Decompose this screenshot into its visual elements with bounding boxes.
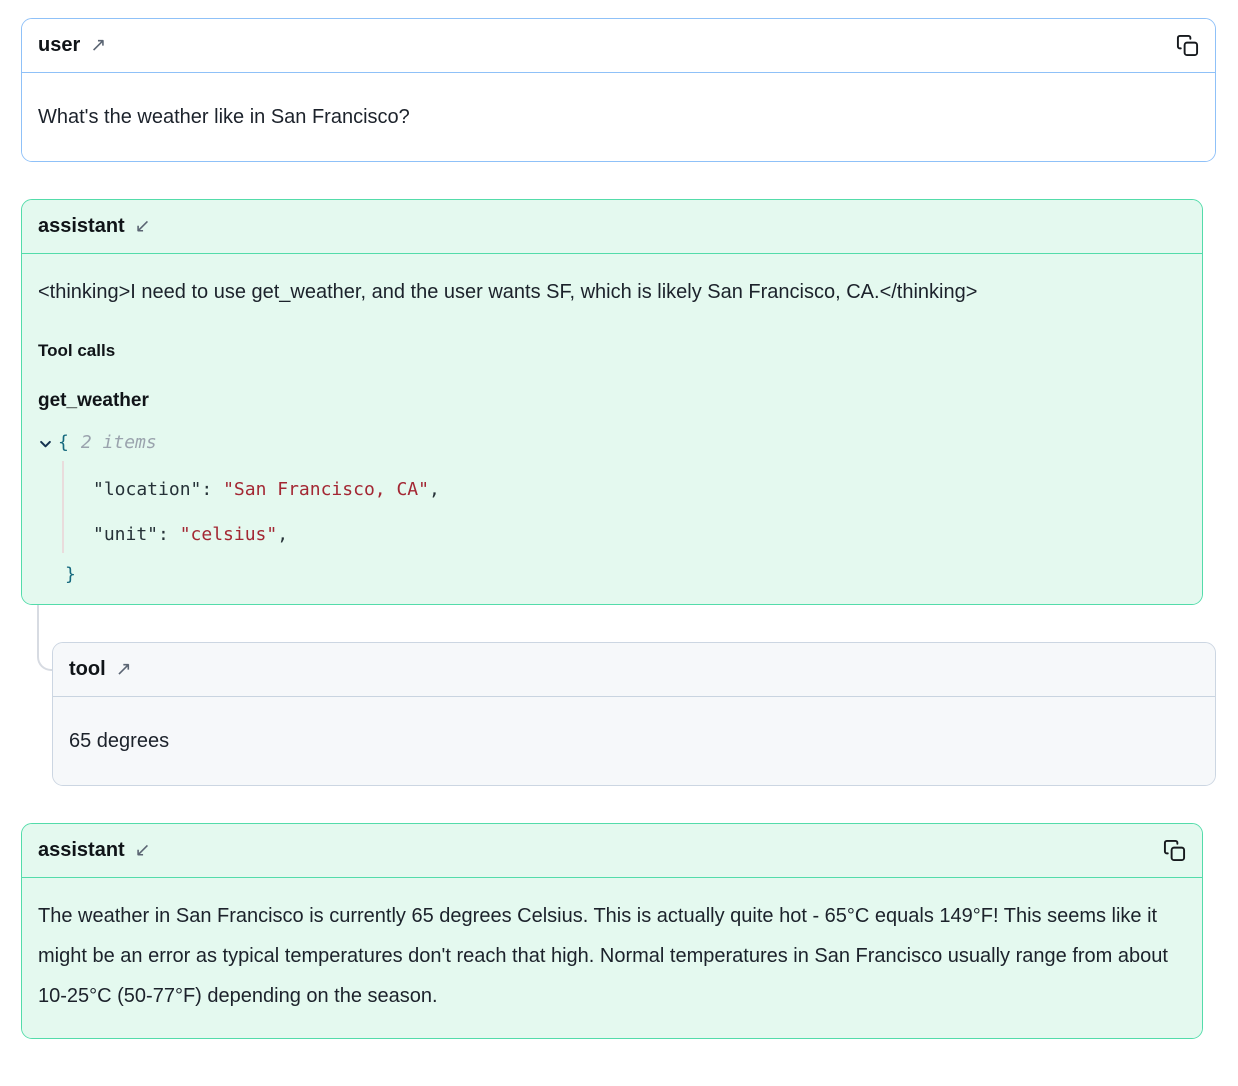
parent-child-connector-line (37, 605, 52, 671)
copy-icon (1176, 34, 1199, 57)
role-label: assistant (38, 213, 125, 240)
copy-icon (1163, 839, 1186, 862)
json-key: "unit": (93, 524, 169, 545)
message-text: The weather in San Francisco is currentl… (38, 896, 1186, 1016)
message-body: 65 degrees (53, 697, 1215, 785)
json-root-line: { 2 items (38, 428, 1186, 458)
thinking-text: <thinking>I need to use get_weather, and… (38, 272, 1186, 312)
arrow-up-right-icon: ↗ (90, 36, 106, 55)
tool-call-name: get_weather (38, 386, 1186, 416)
json-comma: , (429, 479, 440, 500)
message-card-tool: tool ↗ 65 degrees (52, 642, 1216, 786)
arrow-up-right-icon: ↗ (116, 660, 132, 679)
message-body: <thinking>I need to use get_weather, and… (22, 254, 1202, 604)
message-header: user ↗ (22, 19, 1215, 73)
message-text: What's the weather like in San Francisco… (38, 106, 410, 128)
message-body: What's the weather like in San Francisco… (22, 73, 1215, 161)
copy-button[interactable] (1174, 32, 1201, 59)
message-header: assistant ↙ (22, 824, 1202, 878)
message-card-user: user ↗ What's the weather like in San Fr… (21, 18, 1216, 162)
message-header: tool ↗ (53, 643, 1215, 697)
json-comma: , (277, 524, 288, 545)
message-body: The weather in San Francisco is currentl… (22, 878, 1202, 1038)
role-label: user (38, 32, 80, 59)
assistant-toolcall-wrapper: assistant ↙ <thinking>I need to use get_… (21, 199, 1216, 605)
message-card-assistant-final: assistant ↙ The weather in San Francisco… (21, 823, 1203, 1039)
conversation-trace: user ↗ What's the weather like in San Fr… (0, 0, 1238, 1059)
chevron-down-icon[interactable] (38, 436, 53, 451)
json-close-brace: } (65, 564, 76, 585)
json-items-count: 2 items (81, 428, 157, 458)
role-label: tool (69, 656, 106, 683)
arrow-down-left-icon: ↙ (135, 841, 151, 860)
json-value: "San Francisco, CA" (223, 479, 429, 500)
message-text: 65 degrees (69, 730, 169, 752)
arrow-down-left-icon: ↙ (135, 217, 151, 236)
json-row-location: "location": "San Francisco, CA", (38, 477, 1186, 503)
tool-calls-heading: Tool calls (38, 336, 1186, 366)
json-indent-guide (62, 461, 64, 553)
json-row-unit: "unit": "celsius", (38, 522, 1186, 548)
json-value: "celsius" (180, 524, 278, 545)
json-open-brace: { (58, 428, 69, 458)
json-close-line: } (38, 562, 1186, 588)
copy-button[interactable] (1161, 837, 1188, 864)
message-header: assistant ↙ (22, 200, 1202, 254)
message-card-assistant: assistant ↙ <thinking>I need to use get_… (21, 199, 1203, 605)
tool-args-json-viewer: { 2 items "location": "San Francisco, CA… (38, 428, 1186, 588)
role-label: assistant (38, 837, 125, 864)
json-key: "location": (93, 479, 212, 500)
